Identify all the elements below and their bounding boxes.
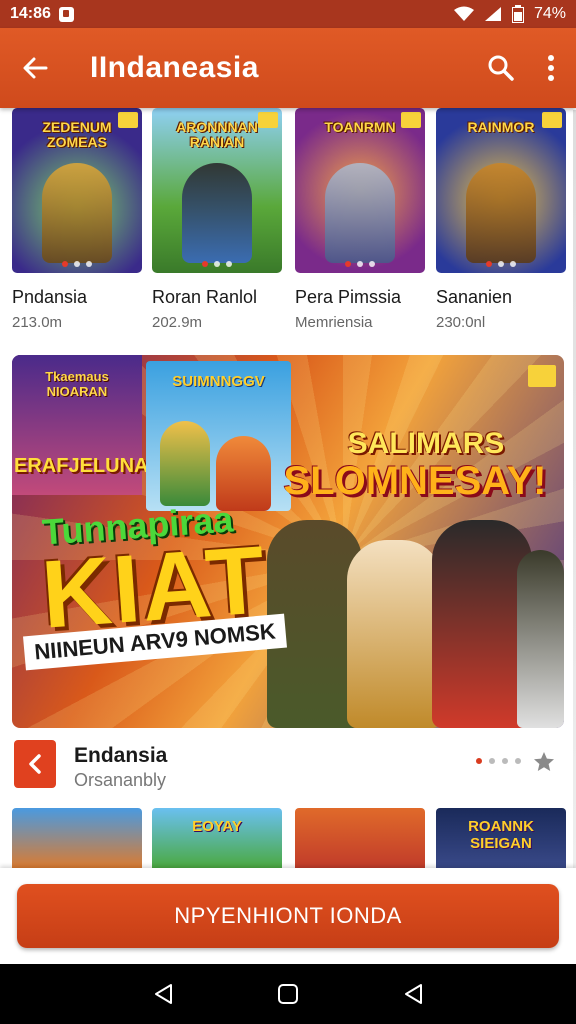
game-card[interactable]: ZEDENUM ZOMEAS Pndansia 213.0m [12, 108, 142, 331]
thumbnail-title: RAINMOR [467, 119, 535, 135]
triangle-back-icon [405, 984, 423, 1004]
character-art [160, 421, 210, 506]
featured-title: Endansia [74, 744, 168, 767]
game-meta: 202.9m [152, 314, 203, 331]
favorite-button[interactable] [532, 750, 556, 779]
notification-icon [58, 6, 74, 22]
character-art [347, 540, 442, 728]
back-button[interactable] [0, 28, 70, 108]
game-meta: 213.0m [12, 314, 63, 331]
page-indicator [476, 758, 521, 764]
cellular-icon [484, 7, 501, 21]
banner-mid-panel: SUIMNNGGV [146, 361, 291, 511]
banner-mid-title: SUIMNNGGV [172, 373, 265, 390]
game-thumbnail[interactable] [295, 808, 425, 870]
carousel-dots [295, 261, 425, 267]
game-meta: 230:0nl [436, 314, 486, 331]
banner-headline: SLOMNESAY! [283, 459, 547, 503]
thumbnail-title: EOYAY [192, 818, 242, 835]
game-thumbnail: RAINMOR [436, 108, 566, 273]
thumbnail-title: ROANNK SIEIGAN [468, 818, 534, 852]
banner-left-panel: Tkaemaus NIOARAN ERAFJELUNAN [12, 355, 163, 495]
thumbnail-title: TOANRMN [324, 119, 396, 135]
rating-badge [528, 365, 556, 387]
screen: 14:86 74% IIndaneasia ZEDENUM ZOMEAS Pnd… [0, 0, 576, 1024]
square-home-icon [277, 984, 298, 1004]
primary-action-button[interactable]: NPYENHIONT IONDA [17, 884, 559, 948]
featured-subtitle: Orsananbly [74, 770, 167, 790]
game-thumbnail: TOANRMN [295, 108, 425, 273]
game-thumbnail[interactable] [12, 808, 142, 870]
carousel-dots [436, 261, 566, 267]
character-art [42, 163, 112, 263]
character-art [466, 163, 536, 263]
nav-back-button[interactable] [143, 974, 183, 1014]
thumbnail-title: ZEDENUM ZOMEAS [42, 119, 112, 150]
triangle-back-icon [154, 984, 172, 1004]
game-card[interactable]: TOANRMN Pera Pimssia Memriensia [295, 108, 425, 331]
thumbnail-title: ARONNNAN RANIAN [176, 119, 258, 150]
page-title: IIndaneasia [90, 51, 259, 84]
status-icons: 74% [453, 5, 566, 23]
game-thumbnail: ARONNNAN RANIAN [152, 108, 282, 273]
more-vert-icon [548, 55, 554, 81]
star-icon [534, 752, 554, 771]
featured-banner[interactable]: Tkaemaus NIOARAN ERAFJELUNAN SUIMNNGGV S… [12, 355, 564, 728]
wifi-icon [453, 6, 474, 21]
banner-heading: SALIMARS [347, 427, 505, 460]
game-thumbnail: ZEDENUM ZOMEAS [12, 108, 142, 273]
battery-percent: 74% [533, 5, 566, 22]
chevron-left-icon [29, 754, 41, 774]
character-art [182, 163, 252, 263]
app-actions [476, 28, 576, 108]
arrow-left-icon [23, 57, 48, 79]
nav-home-button[interactable] [268, 974, 308, 1014]
game-meta: Memriensia [295, 314, 373, 331]
more-games-list: EOYAY ROANNK SIEIGAN [12, 808, 576, 870]
game-name: Pndansia [12, 287, 88, 307]
previous-button[interactable] [14, 740, 56, 788]
game-name: Sananien [436, 287, 513, 307]
featured-info: Endansia Orsananbly [12, 740, 564, 792]
battery-icon [511, 5, 524, 23]
action-footer: NPYENHIONT IONDA [0, 868, 576, 964]
status-bar: 14:86 74% [0, 0, 576, 28]
game-thumbnail[interactable]: EOYAY [152, 808, 282, 870]
search-icon [488, 55, 514, 81]
carousel-dots [152, 261, 282, 267]
game-card[interactable]: ARONNNAN RANIAN Roran Ranlol 202.9m [152, 108, 282, 331]
app-bar: IIndaneasia [0, 28, 576, 108]
carousel-dots [12, 261, 142, 267]
banner-left-title: Tkaemaus NIOARAN [45, 369, 109, 399]
system-nav-bar [0, 964, 576, 1024]
nav-recents-button[interactable] [393, 974, 433, 1014]
character-art [517, 550, 564, 728]
more-options-button[interactable] [526, 28, 576, 108]
character-art [325, 163, 395, 263]
game-card[interactable]: RAINMOR Sananien 230:0nl [436, 108, 566, 331]
search-button[interactable] [476, 28, 526, 108]
game-name: Pera Pimssia [295, 287, 402, 307]
game-thumbnail[interactable]: ROANNK SIEIGAN [436, 808, 566, 870]
status-time: 14:86 [10, 5, 51, 22]
banner-left-caption: ERAFJELUNAN [14, 455, 163, 477]
game-name: Roran Ranlol [152, 287, 258, 307]
game-list: ZEDENUM ZOMEAS Pndansia 213.0m ARONNNAN … [12, 108, 576, 331]
